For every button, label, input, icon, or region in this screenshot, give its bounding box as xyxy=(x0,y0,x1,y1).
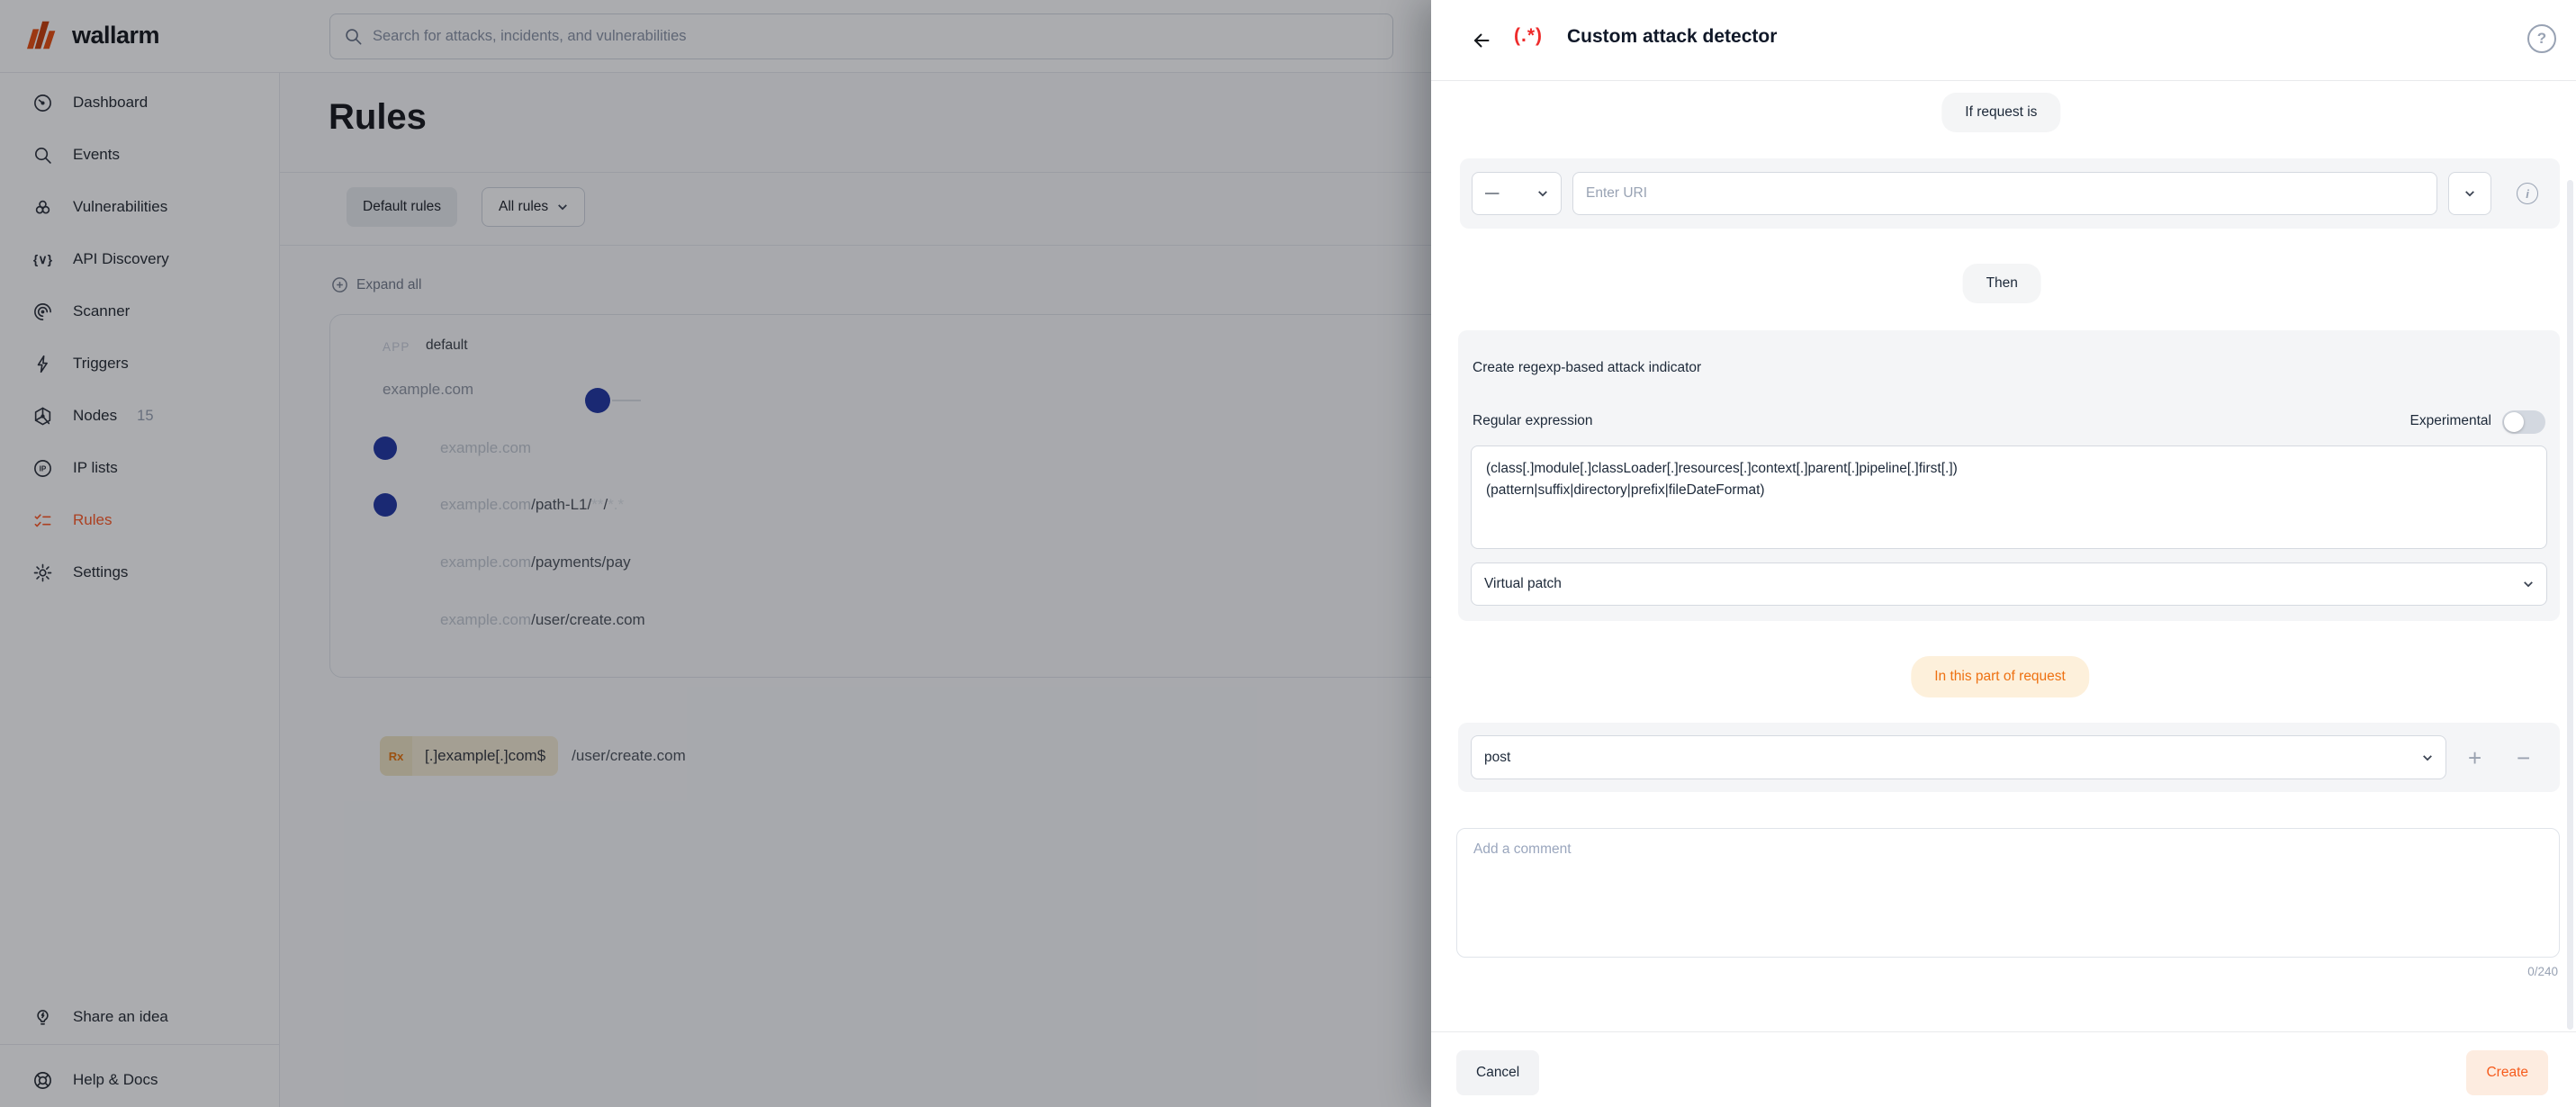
help-icon[interactable]: ? xyxy=(2527,24,2556,53)
experimental-label: Experimental xyxy=(2410,413,2491,429)
condition-operator-select[interactable]: — xyxy=(1472,172,1562,215)
create-button[interactable]: Create xyxy=(2466,1050,2548,1095)
if-request-is-pill: If request is xyxy=(1941,93,2060,132)
custom-attack-detector-panel: (.*) Custom attack detector ? If request… xyxy=(1431,0,2576,1107)
chevron-down-icon xyxy=(1537,185,1548,202)
regex-dot-star-icon: (.*) xyxy=(1514,25,1543,47)
chevron-down-icon xyxy=(2464,190,2475,197)
uri-input[interactable] xyxy=(1572,172,2437,215)
screen: wallarm Dashboard Events xyxy=(0,0,2576,1107)
panel-scrollbar[interactable] xyxy=(2567,180,2573,1030)
panel-footer: Cancel Create xyxy=(1431,1031,2576,1107)
if-request-is-label: If request is xyxy=(1965,104,2037,121)
action-heading: Create regexp-based attack indicator xyxy=(1473,360,1701,376)
chevron-down-icon xyxy=(2523,576,2534,592)
then-label: Then xyxy=(1986,275,2018,292)
condition-expand-button[interactable] xyxy=(2448,172,2491,215)
help-glyph: ? xyxy=(2537,30,2546,48)
part-of-request-pill: In this part of request xyxy=(1911,656,2089,698)
panel-title: Custom attack detector xyxy=(1567,26,1777,48)
regex-textarea[interactable]: (class[.]module[.]classLoader[.]resource… xyxy=(1471,446,2547,549)
add-point-button[interactable]: + xyxy=(2468,746,2481,770)
action-card: Create regexp-based attack indicator Reg… xyxy=(1458,330,2560,621)
arrow-left-icon xyxy=(1471,30,1492,51)
operator-value: — xyxy=(1485,185,1500,202)
chevron-down-icon xyxy=(2422,750,2433,766)
remove-point-button[interactable]: − xyxy=(2517,746,2530,770)
toggle-knob xyxy=(2504,412,2524,432)
part-of-request-label: In this part of request xyxy=(1934,669,2066,685)
request-part-row: post + − xyxy=(1458,723,2560,792)
then-pill: Then xyxy=(1963,264,2041,303)
cancel-label: Cancel xyxy=(1476,1065,1519,1081)
create-label: Create xyxy=(2486,1065,2528,1081)
experimental-toggle[interactable] xyxy=(2502,410,2545,434)
info-icon[interactable]: i xyxy=(2517,183,2538,204)
condition-row: — i xyxy=(1460,158,2560,229)
panel-header: (.*) Custom attack detector ? xyxy=(1431,0,2576,81)
attack-type-value: Virtual patch xyxy=(1484,576,1562,592)
comment-counter: 0/240 xyxy=(2527,965,2558,978)
request-point-value: post xyxy=(1484,750,1510,766)
request-point-select[interactable]: post xyxy=(1471,735,2446,779)
modal-overlay[interactable] xyxy=(0,0,1431,1107)
back-button[interactable] xyxy=(1467,26,1496,55)
attack-type-select[interactable]: Virtual patch xyxy=(1471,562,2547,606)
comment-textarea[interactable] xyxy=(1456,828,2560,958)
cancel-button[interactable]: Cancel xyxy=(1456,1050,1539,1095)
regex-label: Regular expression xyxy=(1473,413,1593,429)
